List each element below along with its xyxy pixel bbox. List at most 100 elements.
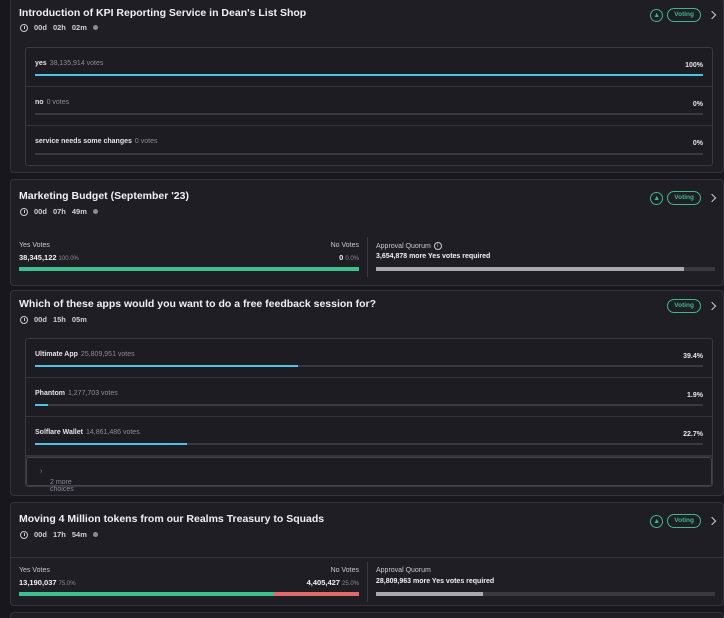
choice-item: Phantom 1,277,703 votes 1.9% [26,378,712,417]
timer-hours: 15h [52,315,66,324]
more-choices-frame [26,457,712,486]
timer-dot [92,532,98,537]
clock-icon [20,530,28,539]
proposal-card[interactable]: Moving 4 Million tokens from our Realms … [10,502,724,606]
more-choices-label: 2 more choices › [38,468,74,493]
choice-votes: 14,861,486 votes [85,429,140,436]
approval-quorum: Approval Quorum 28,809,963 more Yes vote… [376,562,715,602]
choice-bar-fill [35,443,187,445]
status-badge: Voting [667,299,701,313]
divider [11,557,723,558]
proposal-title: Introduction of KPI Reporting Service in… [19,7,307,19]
choice-bar-track [35,443,703,445]
info-icon[interactable]: i [433,242,442,250]
timer-minutes: 02m [71,23,87,32]
countdown-timer: 00d 07h 49m [20,207,98,216]
choice-label: Solflare Wallet [35,429,83,436]
choice-label: no [35,99,44,106]
status-group: ▲ Voting [650,191,701,205]
no-votes-value: 4,405,427 25.0% [306,578,359,587]
choice-bar-track [35,365,703,367]
divider [367,237,368,277]
quorum-bar [376,592,715,596]
choices-list: Ultimate App 25,809,951 votes 39.4% Phant… [25,338,713,493]
countdown-timer: 00d 15h 05m [20,315,87,324]
timer-hours: 07h [52,207,66,216]
choice-item: no 0 votes 0% [26,87,712,126]
no-votes-label: No Votes [330,567,359,574]
vote-tally: Yes Votes No Votes 38,345,122 100.0% 0 0.0… [19,237,359,277]
quorum-bar-fill [376,592,483,596]
choice-percent: 0% [692,101,703,108]
vote-bar [19,592,359,596]
timer-days: 00d [34,315,47,324]
choice-bar-fill [35,74,703,76]
choice-item: Solflare Wallet 14,861,486 votes 22.7% [26,417,712,456]
chevron-right-icon[interactable] [707,10,717,20]
vote-summary: Yes Votes No Votes 38,345,122 100.0% 0 0.0… [19,237,715,277]
no-votes-label: No Votes [330,242,359,249]
timer-minutes: 54m [71,530,87,539]
choice-votes: 25,809,951 votes [80,351,135,358]
choice-label: yes [35,60,47,67]
countdown-timer: 00d 17h 54m [20,530,98,539]
choice-item: yes 38,135,914 votes 100% [26,48,712,87]
countdown-timer: 00d 02h 02m [20,23,98,32]
choice-bar-fill [35,365,299,367]
quorum-text: 3,654,878 more Yes votes required [376,253,491,260]
no-votes-value: 0 0.0% [339,253,359,262]
status-group: ▲ Voting [650,8,701,22]
choice-votes: 0 votes [46,99,70,106]
choice-percent: 100% [685,62,703,69]
quorum-label: Approval Quorum i [376,242,442,250]
yes-votes-label: Yes Votes [19,242,50,249]
thumbs-up-icon: ▲ [650,191,664,205]
quorum-bar-fill [376,267,685,271]
timer-minutes: 05m [71,315,87,324]
choice-percent: 0% [692,140,703,147]
choice-percent: 39.4% [683,353,703,360]
choice-item: service needs some changes 0 votes 0% [26,126,712,165]
choice-label: Phantom [35,390,65,397]
choice-bar-fill [35,404,48,406]
timer-minutes: 49m [71,207,87,216]
yes-votes-value: 13,190,037 75.0% [19,578,76,587]
choice-percent: 22.7% [683,431,703,438]
choice-votes: 38,135,914 votes [49,60,104,67]
quorum-label: Approval Quorum [376,567,431,574]
choice-votes: 0 votes [134,138,158,145]
more-choices-button[interactable]: 2 more choices › [26,456,712,493]
chevron-right-icon[interactable] [707,301,717,311]
vote-bar [19,267,359,271]
choice-bar-track [35,153,703,155]
thumbs-up-icon: ▲ [650,514,664,528]
choices-list: yes 38,135,914 votes 100% no 0 votes 0% se… [25,47,713,166]
timer-days: 00d [34,23,47,32]
choice-bar-track [35,74,703,76]
thumbs-up-icon: ▲ [650,8,664,22]
proposal-card[interactable]: Introduction of KPI Reporting Service in… [10,0,724,173]
proposal-card[interactable]: Marketing Budget (September '23) 00d 07h… [10,179,724,286]
divider [367,562,368,602]
yes-bar-fill [19,592,274,596]
chevron-right-icon[interactable] [707,516,717,526]
timer-days: 00d [34,207,47,216]
yes-votes-value: 38,345,122 100.0% [19,253,79,262]
quorum-bar [376,267,715,271]
timer-hours: 17h [52,530,66,539]
proposal-card[interactable] [10,612,724,618]
choice-votes: 1,277,703 votes [67,390,118,397]
approval-quorum: Approval Quorum i 3,654,878 more Yes vote… [376,237,715,277]
vote-summary: Yes Votes No Votes 13,190,037 75.0% 4,405… [19,562,715,602]
clock-icon [20,315,28,324]
clock-icon [20,23,28,32]
choice-label: Ultimate App [35,351,78,358]
timer-dot [92,209,98,214]
proposal-title: Marketing Budget (September '23) [19,190,189,202]
chevron-right-icon[interactable] [707,193,717,203]
clock-icon [20,207,28,216]
status-group: Voting [667,299,701,313]
timer-hours: 02h [52,23,66,32]
proposal-card[interactable]: Which of these apps would you want to do… [10,290,724,496]
status-badge: Voting [667,514,701,528]
